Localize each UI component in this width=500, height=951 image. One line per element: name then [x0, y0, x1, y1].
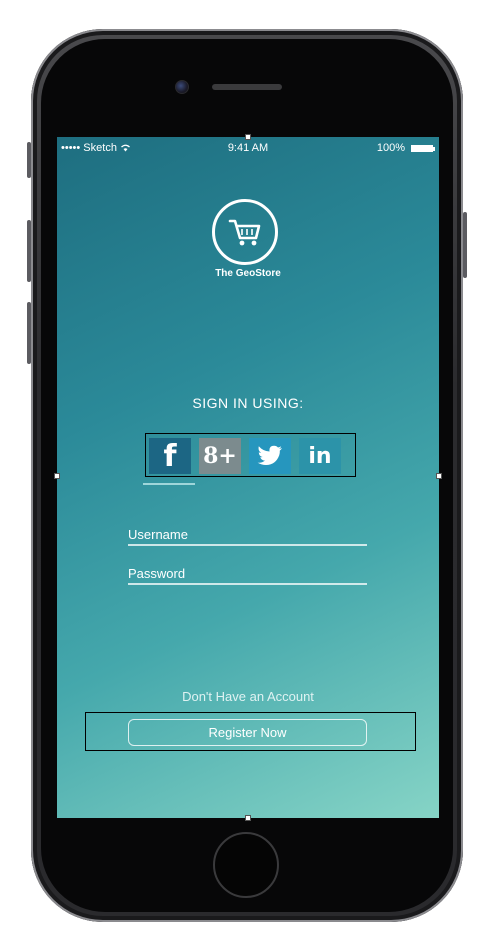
- register-area: Register Now: [85, 712, 416, 751]
- username-underline: [128, 544, 367, 546]
- facebook-login-button[interactable]: f: [149, 438, 191, 474]
- google-plus-icon: 8+: [203, 443, 237, 469]
- username-field[interactable]: Username: [128, 527, 188, 542]
- linkedin-login-button[interactable]: in: [299, 438, 341, 474]
- google-plus-login-button[interactable]: 8+: [199, 438, 241, 474]
- password-underline: [128, 583, 367, 585]
- cart-logo: [212, 199, 278, 265]
- register-button-label: Register Now: [208, 725, 287, 740]
- facebook-icon: f: [163, 438, 177, 474]
- resize-handle-right[interactable]: [436, 473, 442, 479]
- selection-indicator: [143, 483, 195, 485]
- mute-switch: [27, 142, 31, 178]
- earpiece-speaker: [212, 84, 282, 90]
- resize-handle-top[interactable]: [245, 134, 251, 140]
- volume-up-button: [27, 220, 31, 282]
- password-field[interactable]: Password: [128, 566, 185, 581]
- shopping-cart-icon: [228, 219, 261, 246]
- front-camera-icon: [175, 80, 189, 94]
- linkedin-icon: in: [308, 443, 332, 469]
- battery-percent: 100%: [376, 142, 405, 154]
- home-button[interactable]: [213, 832, 279, 898]
- no-account-text: Don't Have an Account: [182, 689, 314, 704]
- signin-title: SIGN IN USING:: [192, 395, 304, 411]
- resize-handle-left[interactable]: [54, 473, 60, 479]
- power-button: [463, 212, 467, 278]
- volume-down-button: [27, 302, 31, 364]
- social-login-group: f 8+ in: [145, 433, 356, 477]
- twitter-icon: [257, 445, 282, 465]
- resize-handle-bottom[interactable]: [245, 815, 251, 821]
- app-screen: ••••• Sketch 9:41 AM 100% The GeoStore S…: [57, 137, 439, 818]
- brand-name: The GeoStore: [215, 268, 281, 279]
- twitter-login-button[interactable]: [249, 438, 291, 474]
- battery-icon: [411, 145, 435, 152]
- status-bar: ••••• Sketch 9:41 AM 100%: [57, 139, 439, 157]
- register-now-button[interactable]: Register Now: [128, 719, 367, 746]
